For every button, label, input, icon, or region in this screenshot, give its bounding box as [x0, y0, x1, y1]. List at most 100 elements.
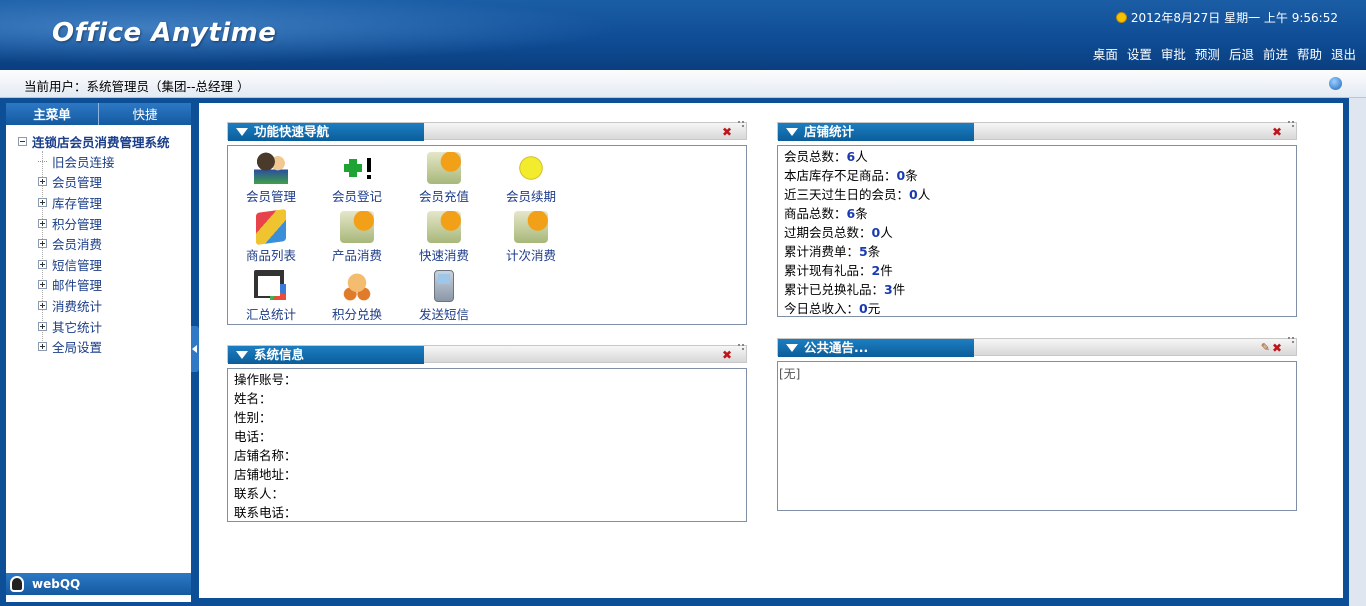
clock: 2012年8月27日 星期一 上午 9:56:52 [1115, 9, 1338, 26]
close-icon[interactable]: ✖ [722, 348, 732, 362]
drag-handle-icon[interactable] [738, 121, 744, 127]
tab-shortcuts[interactable]: 快捷 [99, 103, 191, 125]
sidebar-collapse-handle[interactable] [191, 326, 199, 372]
tab-main-menu[interactable]: 主菜单 [6, 103, 99, 125]
leaf-line-icon [38, 160, 47, 162]
sidebar-item-label: 其它统计 [52, 319, 103, 335]
nav-item-label: 商品列表 [245, 248, 296, 263]
nav-settings[interactable]: 设置 [1127, 44, 1152, 63]
window-scrollbar[interactable] [1349, 98, 1366, 606]
expand-icon[interactable] [38, 197, 47, 207]
phone-icon [434, 270, 454, 302]
sidebar-item-label: 旧会员连接 [52, 154, 115, 170]
puzzle-icon [514, 211, 548, 243]
stat-row-gifts: 累计现有礼品：2件 [784, 263, 893, 278]
sidebar-item-global-settings[interactable]: 全局设置 [6, 336, 191, 357]
nav-member-recharge[interactable]: 会员充值 [409, 152, 479, 205]
nav-item-label: 会员充值 [418, 189, 469, 204]
sidebar-item-label: 全局设置 [52, 340, 103, 356]
expand-icon[interactable] [38, 321, 47, 331]
sidebar-item-consumption-stats[interactable]: 消费统计 [6, 295, 191, 316]
nav-forecast[interactable]: 预测 [1195, 44, 1220, 63]
expand-icon[interactable] [38, 239, 47, 249]
nav-item-label: 会员管理 [245, 189, 296, 204]
nav-product-list[interactable]: 商品列表 [236, 208, 306, 264]
nav-member-management[interactable]: 会员管理 [236, 152, 306, 205]
nav-summary-stats[interactable]: 汇总统计 [236, 270, 306, 323]
nav-item-label: 汇总统计 [245, 307, 296, 322]
tree-root[interactable]: 连锁店会员消费管理系统 [6, 131, 191, 151]
expand-icon[interactable] [38, 177, 47, 187]
sidebar-tabs: 主菜单 快捷 [6, 103, 191, 125]
panel-quick-nav: 功能快速导航 ✖ 会员管理 会员登记 会员充值 会员续期 商品列表 产品消费 快… [227, 121, 747, 325]
panel-header[interactable]: 系统信息 ✖ [227, 344, 747, 364]
sidebar-item-sms[interactable]: 短信管理 [6, 254, 191, 275]
clock-text: 2012年8月27日 星期一 上午 9:56:52 [1130, 11, 1338, 25]
collapse-icon[interactable] [18, 136, 27, 146]
panel-title[interactable]: 公共通告... [778, 339, 974, 357]
sidebar-item-member-management[interactable]: 会员管理 [6, 172, 191, 193]
nav-member-renew[interactable]: 会员续期 [496, 152, 566, 205]
chart-icon [254, 270, 288, 302]
nav-approval[interactable]: 审批 [1161, 44, 1186, 63]
panel-header[interactable]: 店铺统计 ✖ [777, 121, 1297, 141]
drag-handle-icon[interactable] [1288, 121, 1294, 127]
expand-icon[interactable] [38, 259, 47, 269]
sidebar-item-points[interactable]: 积分管理 [6, 213, 191, 234]
edit-icon[interactable]: ✎ [1261, 341, 1270, 354]
panel-body: 操作账号： 姓名： 性别： 电话： 店铺名称： 店铺地址： 联系人： 联系电话： [227, 368, 747, 522]
nav-count-consumption[interactable]: 计次消费 [496, 211, 566, 264]
panel-title[interactable]: 系统信息 [228, 346, 424, 364]
sidebar-item-other-stats[interactable]: 其它统计 [6, 316, 191, 337]
nav-send-sms[interactable]: 发送短信 [409, 270, 479, 323]
sidebar-item-old-member-link[interactable]: 旧会员连接 [6, 151, 191, 172]
panel-public-notice: 公共通告... ✎ ✖ [无] [777, 337, 1297, 511]
refresh-icon[interactable] [1329, 77, 1342, 90]
close-icon[interactable]: ✖ [1272, 341, 1282, 355]
info-contact-phone: 联系电话： [234, 505, 297, 520]
hand-icon [340, 270, 374, 302]
nav-item-label: 会员登记 [331, 189, 382, 204]
close-icon[interactable]: ✖ [722, 125, 732, 139]
puzzle-icon [427, 211, 461, 243]
nav-back[interactable]: 后退 [1229, 44, 1254, 63]
expand-icon[interactable] [38, 218, 47, 228]
panel-title[interactable]: 功能快速导航 [228, 123, 424, 141]
panel-header[interactable]: 功能快速导航 ✖ [227, 121, 747, 141]
app-logo: Office Anytime [52, 18, 277, 48]
drag-handle-icon[interactable] [1288, 337, 1294, 343]
nav-desktop[interactable]: 桌面 [1093, 44, 1118, 63]
clock-icon [1115, 12, 1127, 23]
nav-quick-consumption[interactable]: 快速消费 [409, 211, 479, 264]
stat-row-redeemed: 累计已兑换礼品：3件 [784, 282, 906, 297]
drag-handle-icon[interactable] [738, 344, 744, 350]
nav-member-register[interactable]: 会员登记 [322, 152, 392, 205]
sidebar-item-inventory[interactable]: 库存管理 [6, 192, 191, 213]
sidebar-item-member-consumption[interactable]: 会员消费 [6, 233, 191, 254]
sidebar-item-label: 会员管理 [52, 175, 103, 191]
info-name: 姓名： [234, 391, 272, 406]
nav-logout[interactable]: 退出 [1331, 44, 1356, 63]
panel-body: 会员管理 会员登记 会员充值 会员续期 商品列表 产品消费 快速消费 计次消费 … [227, 145, 747, 325]
puzzle-icon [427, 152, 461, 184]
panel-header[interactable]: 公共通告... ✎ ✖ [777, 337, 1297, 357]
panel-title[interactable]: 店铺统计 [778, 123, 974, 141]
nav-forward[interactable]: 前进 [1263, 44, 1288, 63]
expand-icon[interactable] [38, 342, 47, 352]
sidebar-item-label: 短信管理 [52, 257, 103, 273]
expand-icon[interactable] [38, 300, 47, 310]
webqq-button[interactable]: webQQ [6, 573, 191, 595]
nav-item-label: 会员续期 [505, 189, 556, 204]
sidebar-item-mail[interactable]: 邮件管理 [6, 275, 191, 296]
nav-product-consumption[interactable]: 产品消费 [322, 211, 392, 264]
sidebar-item-label: 库存管理 [52, 195, 103, 211]
close-icon[interactable]: ✖ [1272, 125, 1282, 139]
nav-help[interactable]: 帮助 [1297, 44, 1322, 63]
people-icon [254, 152, 288, 184]
stat-row-income: 今日总收入：0元 [784, 301, 881, 316]
qq-penguin-icon [10, 576, 24, 592]
stat-row-products: 商品总数：6条 [784, 206, 868, 221]
nav-points-exchange[interactable]: 积分兑换 [322, 270, 392, 323]
tree-root-label: 连锁店会员消费管理系统 [32, 134, 170, 150]
expand-icon[interactable] [38, 280, 47, 290]
